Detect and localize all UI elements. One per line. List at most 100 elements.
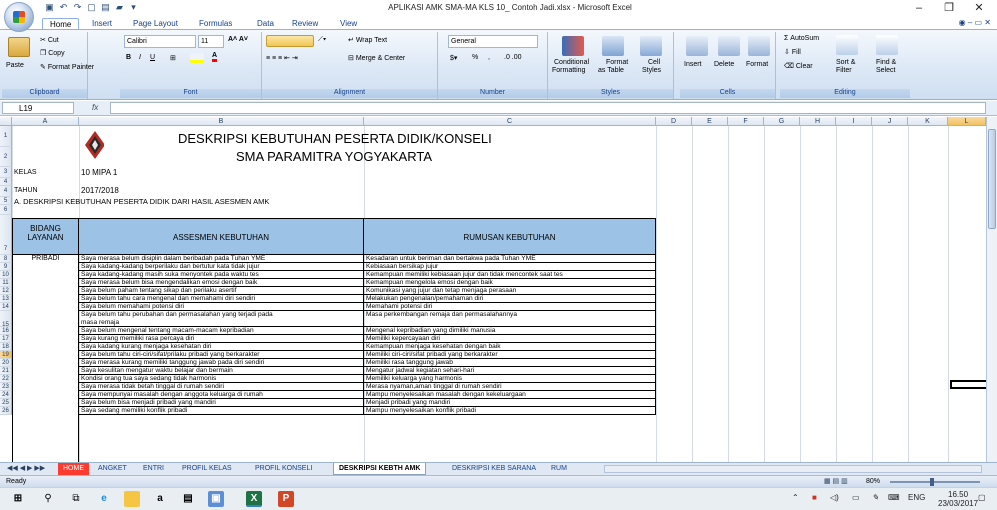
row-header[interactable]: 26 [0, 407, 12, 415]
rumusan-cell[interactable]: Kemampuan menjaga kesehatan dengan baik [364, 343, 656, 351]
edge-icon[interactable]: e [96, 491, 112, 507]
cell-styles-icon[interactable] [640, 36, 662, 56]
asesmen-cell[interactable]: Saya merasa tidak betah tinggal di rumah… [79, 383, 364, 391]
row-header[interactable]: 4 [0, 178, 12, 186]
rumusan-cell[interactable]: Kemampuan memiliki kebiasaan jujur dan t… [364, 271, 656, 279]
copy-button[interactable]: ❐ Copy [40, 49, 65, 57]
underline-button[interactable]: U [150, 54, 155, 61]
save-icon[interactable]: ▣ [44, 2, 55, 13]
font-color-icon[interactable]: A [212, 52, 218, 62]
row-header[interactable]: 15 [0, 311, 12, 328]
sheet-nav-icon[interactable]: ◀◀ ◀ ▶ ▶▶ [2, 463, 50, 475]
tray-app-icon[interactable]: ■ [812, 493, 817, 502]
format-painter-button[interactable]: ✎ Format Painter [40, 63, 94, 71]
row-header[interactable]: 11 [0, 279, 12, 287]
column-header-g[interactable]: G [764, 117, 800, 126]
percent-button[interactable]: % [472, 54, 478, 61]
close-button[interactable]: ✕ [964, 0, 994, 17]
font-name-select[interactable]: Calibri [124, 35, 196, 48]
battery-icon[interactable]: ▭ [852, 493, 860, 502]
qat-dropdown-icon[interactable]: ▾ [128, 2, 139, 13]
decimal-icon[interactable]: .0 .00 [504, 54, 522, 61]
paste-button[interactable]: Paste [6, 62, 24, 69]
rumusan-cell[interactable]: Mampu menyelesaikan masalah dengan kekel… [364, 391, 656, 399]
align-top-icon[interactable] [266, 35, 314, 47]
minimize-button[interactable]: – [904, 0, 934, 17]
format-table-icon[interactable] [602, 36, 624, 56]
asesmen-cell[interactable]: Saya belum bisa menjadi pribadi yang man… [79, 399, 364, 407]
asesmen-cell[interactable]: Saya belum paham tentang sikap dan peril… [79, 287, 364, 295]
tab-home[interactable]: Home [42, 18, 80, 29]
vertical-scrollbar[interactable] [986, 117, 997, 462]
undo-icon[interactable]: ↶ [58, 2, 69, 13]
row-header[interactable]: 18 [0, 343, 12, 351]
keyboard-icon[interactable]: ⌨ [888, 493, 900, 502]
sheet-tab-deskripsi-keb-sarana[interactable]: DESKRIPSI KEB SARANA [447, 463, 541, 475]
sort-filter-icon[interactable] [836, 35, 858, 55]
row-header[interactable]: 20 [0, 359, 12, 367]
find-select-button[interactable]: Find & [876, 59, 896, 66]
clear-button[interactable]: ⌫ Clear [784, 62, 813, 70]
pen-icon[interactable]: ✎ [872, 493, 879, 502]
row-header[interactable]: 9 [0, 263, 12, 271]
file-explorer-icon[interactable] [124, 491, 140, 507]
asesmen-cell[interactable]: Kondisi orang tua saya sedang tidak harm… [79, 375, 364, 383]
tab-view[interactable]: View [340, 18, 357, 29]
asesmen-cell[interactable]: Saya belum tahu ciri-ciri/sifat/prilaku … [79, 351, 364, 359]
help-icon[interactable]: ◉ – ▭ ✕ [959, 18, 991, 27]
row-header[interactable]: 7 [0, 215, 12, 255]
photos-icon[interactable]: ▣ [208, 491, 224, 507]
insert-cells-icon[interactable] [686, 36, 708, 56]
rumusan-cell[interactable]: Kebiasaan bersikap jujur [364, 263, 656, 271]
asesmen-cell[interactable]: Saya kesulitan mengatur waktu belajar da… [79, 367, 364, 375]
row-header[interactable]: 24 [0, 391, 12, 399]
task-view-icon[interactable]: ⧉ [68, 491, 84, 507]
tab-page-layout[interactable]: Page Layout [133, 18, 178, 29]
row-header[interactable]: 6 [0, 205, 12, 215]
asesmen-cell[interactable]: Saya merasa belum bisa mengendalikan emo… [79, 279, 364, 287]
sheet-tab-profil-konseli[interactable]: PROFIL KONSELI [250, 463, 317, 475]
tab-formulas[interactable]: Formulas [199, 18, 232, 29]
font-grow-icon[interactable]: A˄ A˅ [228, 36, 248, 43]
borders-icon[interactable]: ⊞ [170, 54, 176, 62]
open-icon[interactable]: ▰ [114, 2, 125, 13]
clock[interactable]: 16.50 23/03/2017 [938, 490, 978, 508]
asesmen-cell[interactable]: Saya kadang kurang menjaga kesehatan dir… [79, 343, 364, 351]
notifications-icon[interactable]: ▢ [978, 493, 986, 502]
find-select-icon[interactable] [876, 35, 898, 55]
row-header[interactable]: 8 [0, 255, 12, 263]
zoom-thumb[interactable] [930, 478, 934, 486]
delete-cells-icon[interactable] [718, 36, 740, 56]
sheet-tab-home[interactable]: HOME [58, 463, 89, 475]
rumusan-cell[interactable]: Memiliki ciri-ciri/sifat pribadi yang be… [364, 351, 656, 359]
rumusan-cell[interactable]: Memiliki rasa tanggung jawab [364, 359, 656, 367]
column-header-k[interactable]: K [908, 117, 948, 126]
office-button[interactable] [4, 2, 34, 32]
rumusan-cell[interactable]: Melakukan pengenalan/pemahaman diri [364, 295, 656, 303]
wrap-text-button[interactable]: ↵ Wrap Text [348, 36, 387, 44]
asesmen-cell[interactable]: Saya merasa belum disiplin dalam beribad… [79, 255, 364, 263]
font-size-select[interactable]: 11 [198, 35, 224, 48]
row-header[interactable]: 25 [0, 399, 12, 407]
row-header[interactable]: 10 [0, 271, 12, 279]
asesmen-cell[interactable]: Saya mempunyai masalah dengan anggota ke… [79, 391, 364, 399]
row-header[interactable]: 14 [0, 303, 12, 311]
row-header[interactable]: 13 [0, 295, 12, 303]
row-header[interactable]: 23 [0, 383, 12, 391]
fill-button[interactable]: ⇩ Fill [784, 48, 801, 56]
align-left-icon[interactable]: ≡ ≡ ≡ ⇤ ⇥ [266, 54, 298, 62]
asesmen-cell[interactable]: Saya belum tahu perubahan dan permasalah… [79, 311, 364, 327]
powerpoint-icon[interactable]: P [278, 491, 294, 507]
comma-icon[interactable]: , [488, 54, 490, 61]
rumusan-cell[interactable]: Memiliki keluarga yang harmonis [364, 375, 656, 383]
column-header-c[interactable]: C [364, 117, 656, 126]
zoom-slider[interactable] [890, 481, 980, 483]
rumusan-cell[interactable]: Masa perkembangan remaja dan permasalaha… [364, 311, 656, 327]
format-cells-icon[interactable] [748, 36, 770, 56]
number-format-select[interactable]: General [448, 35, 538, 48]
rumusan-cell[interactable]: Memahami potensi diri [364, 303, 656, 311]
currency-icon[interactable]: $▾ [450, 54, 457, 62]
tab-insert[interactable]: Insert [92, 18, 112, 29]
merge-center-button[interactable]: ⊟ Merge & Center [348, 54, 405, 62]
horizontal-scrollbar[interactable] [604, 465, 982, 473]
